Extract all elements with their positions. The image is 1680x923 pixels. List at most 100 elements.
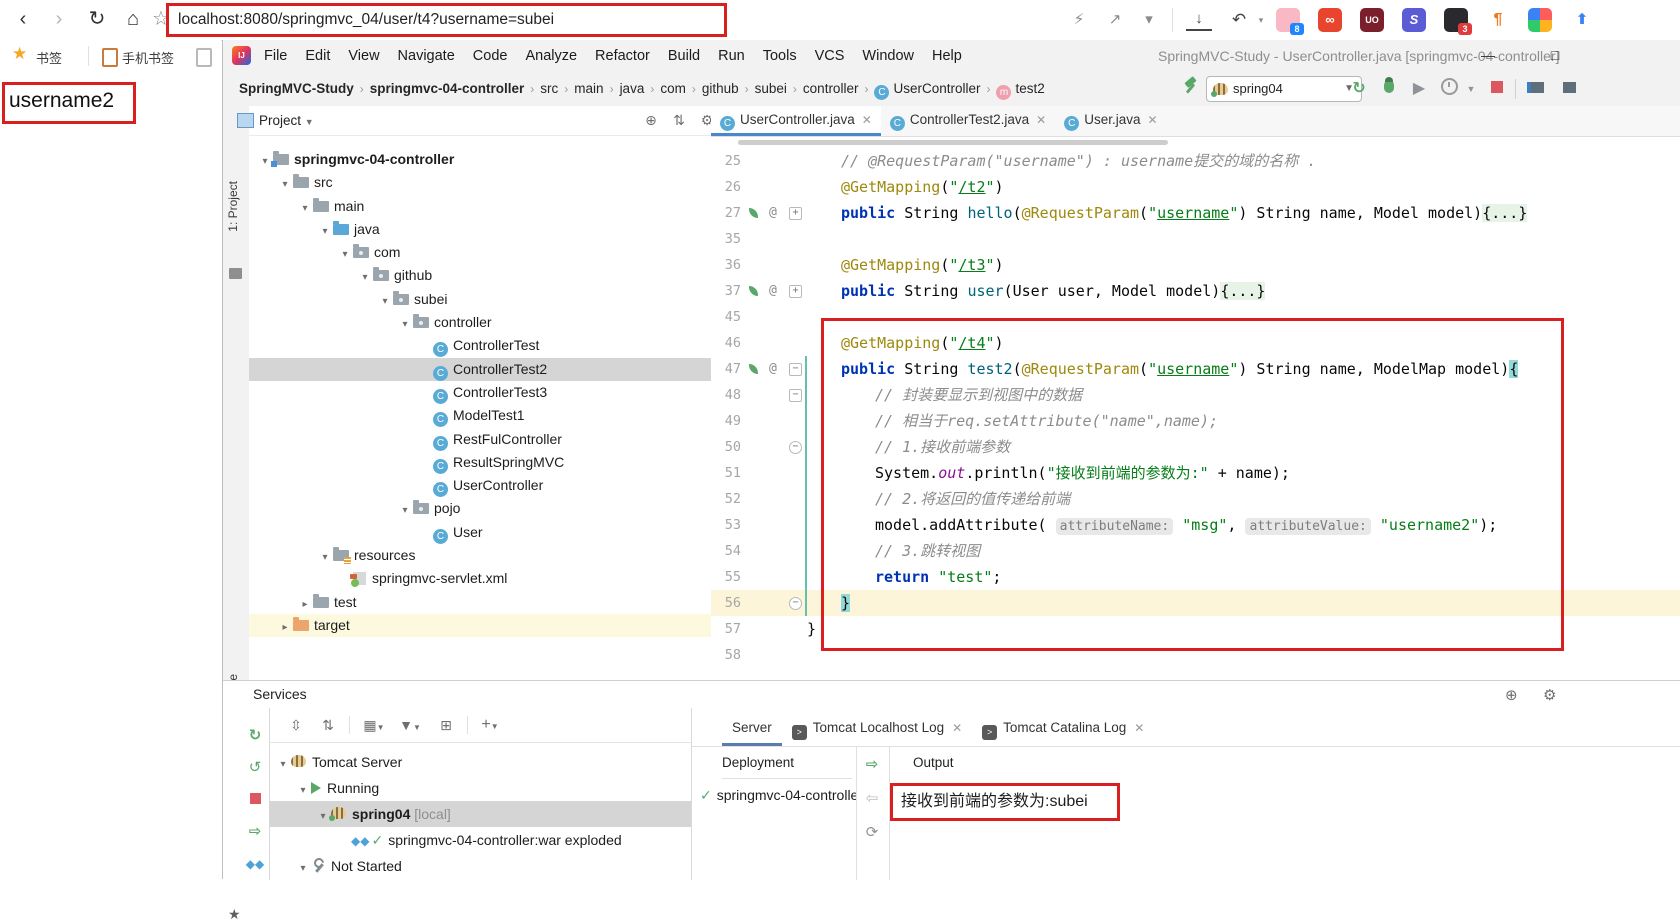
code-editor[interactable]: 25// @RequestParam("username") : usernam… (711, 148, 1680, 668)
forward-icon[interactable]: › (44, 4, 74, 34)
chevron-down-icon[interactable]: ▾ (377, 290, 393, 313)
undeploy-arrow-icon[interactable]: ⇦ (862, 789, 882, 809)
close-icon[interactable]: ✕ (1036, 113, 1046, 127)
dark-extension-icon[interactable]: 3 (1444, 8, 1468, 32)
deploy-arrow-icon[interactable]: ⇨ (862, 755, 882, 775)
code-line[interactable]: 54// 3.跳转视图 (711, 538, 1680, 564)
rerun-icon[interactable]: ↻ (1347, 78, 1371, 100)
profiler-caret-icon[interactable]: ▼ (1459, 78, 1483, 100)
code-line[interactable]: 57} (711, 616, 1680, 642)
editor-scrollbar[interactable] (738, 140, 1168, 145)
chevron-down-icon[interactable]: ▾ (317, 546, 333, 569)
close-icon[interactable]: ✕ (952, 721, 962, 735)
code-line[interactable]: 26@GetMapping("/t2") (711, 174, 1680, 200)
menu-refactor[interactable]: Refactor (586, 40, 659, 72)
folder-placeholder-icon[interactable] (196, 48, 212, 67)
breadcrumb-item[interactable]: controller (803, 81, 859, 96)
chevron-right-icon[interactable]: ▸ (277, 616, 293, 639)
chevron-down-icon[interactable]: ▾ (1136, 7, 1162, 33)
fold-marker-icon[interactable]: − (789, 363, 802, 376)
tree-item[interactable]: CUserController (249, 474, 711, 497)
code-line[interactable]: 37@+public String user(User user, Model … (711, 278, 1680, 304)
menu-navigate[interactable]: Navigate (389, 40, 464, 72)
close-icon[interactable]: ✕ (1134, 721, 1144, 735)
fold-marker-icon[interactable]: − (789, 441, 802, 454)
chevron-down-icon[interactable]: ▾ (397, 499, 413, 522)
code-line[interactable]: 50−// 1.接收前端参数 (711, 434, 1680, 460)
breadcrumb-item[interactable]: subei (755, 81, 787, 96)
code-line[interactable]: 56−} (711, 590, 1680, 616)
tree-item[interactable]: ▾main (249, 195, 711, 218)
menu-tools[interactable]: Tools (754, 40, 806, 72)
collapse-all-icon[interactable]: ⇅ (315, 714, 341, 736)
add-frame-icon[interactable]: ⊞ (433, 714, 459, 736)
stop-icon[interactable] (1485, 78, 1509, 100)
tree-item[interactable]: ▾com (249, 241, 711, 264)
server-tab[interactable]: >Tomcat Catalina Log✕ (972, 713, 1154, 743)
tree-item[interactable]: CControllerTest3 (249, 381, 711, 404)
breadcrumb-item[interactable]: main (574, 81, 603, 96)
tree-item[interactable]: CControllerTest2 (249, 358, 711, 381)
chevron-down-icon[interactable]: ▾ (397, 313, 413, 336)
code-line[interactable]: 58 (711, 642, 1680, 668)
tree-item[interactable]: CResultSpringMVC (249, 451, 711, 474)
download-icon[interactable]: ↓ (1186, 9, 1212, 31)
lightning-icon[interactable]: ⚡ (1066, 7, 1092, 33)
collapse-all-icon[interactable]: ⇅ (667, 106, 691, 135)
tree-item[interactable]: ▾subei (249, 288, 711, 311)
locate-file-icon[interactable]: ⊕ (639, 106, 663, 135)
rerun-server-icon[interactable]: ↻ (245, 726, 265, 746)
reload-icon[interactable]: ↻ (82, 4, 112, 34)
profiler-clock-icon[interactable] (1437, 78, 1461, 100)
code-line[interactable]: 49// 相当于req.setAttribute("name",name); (711, 408, 1680, 434)
code-line[interactable]: 25// @RequestParam("username") : usernam… (711, 148, 1680, 174)
fold-marker-icon[interactable]: − (789, 597, 802, 610)
code-line[interactable]: 55return "test"; (711, 564, 1680, 590)
home-icon[interactable]: ⌂ (118, 4, 148, 34)
group-by-icon[interactable]: ▦▼ (361, 714, 387, 736)
chevron-right-icon[interactable]: ▸ (297, 593, 313, 616)
code-line[interactable]: 51System.out.println("接收到前端的参数为:" + name… (711, 460, 1680, 486)
code-line[interactable]: 52// 2.将返回的值传递给前端 (711, 486, 1680, 512)
debug-bug-icon[interactable] (1377, 78, 1401, 100)
tree-item[interactable]: springmvc-servlet.xml (249, 567, 711, 590)
menu-edit[interactable]: Edit (296, 40, 339, 72)
infinity-extension-icon[interactable]: ∞ (1318, 8, 1342, 32)
tree-item[interactable]: ▸test (249, 591, 711, 614)
deployment-item[interactable]: ✓springmvc-04-controller:war exploded (700, 787, 856, 804)
menu-file[interactable]: File (255, 40, 296, 72)
swirl-extension-icon[interactable]: S (1402, 8, 1426, 32)
artifacts-icon[interactable]: ◆◆ (245, 854, 265, 874)
tree-item[interactable]: ▾pojo (249, 497, 711, 520)
build-hammer-icon[interactable] (1178, 78, 1202, 100)
stripe-project-button[interactable]: 1: Project (226, 181, 240, 232)
chevron-down-icon[interactable]: ▾ (297, 197, 313, 220)
code-line[interactable]: 27@+public String hello(@RequestParam("u… (711, 200, 1680, 226)
coverage-icon[interactable]: ▶ (1407, 78, 1431, 100)
server-tab[interactable]: Server (722, 713, 782, 746)
gear-icon[interactable]: ⚙ (1543, 686, 1556, 704)
bookmark-item[interactable]: 书签 (36, 48, 62, 67)
editor-tab[interactable]: CControllerTest2.java✕ (881, 106, 1055, 133)
chevron-down-icon[interactable]: ▾ (357, 266, 373, 289)
tree-item[interactable]: CRestFulController (249, 428, 711, 451)
code-line[interactable]: 46@GetMapping("/t4") (711, 330, 1680, 356)
tree-item[interactable]: ▾controller (249, 311, 711, 334)
arrow-up-extension-icon[interactable]: ⬆ (1570, 8, 1594, 32)
undo-caret-icon[interactable]: ▾ (1248, 7, 1274, 33)
close-icon[interactable]: ✕ (862, 113, 872, 127)
filter-icon[interactable]: ▼▼ (397, 714, 423, 736)
locate-icon[interactable]: ⊕ (1505, 686, 1518, 704)
code-line[interactable]: 53model.addAttribute( attributeName: "ms… (711, 512, 1680, 538)
spring-bean-leaf-icon[interactable] (749, 364, 758, 374)
back-icon[interactable]: ‹ (8, 4, 38, 34)
fold-marker-icon[interactable]: + (789, 285, 802, 298)
tree-item[interactable]: ▸target (249, 614, 711, 637)
breadcrumb-item[interactable]: src (540, 81, 558, 96)
address-bar[interactable]: localhost:8080/springmvc_04/user/t4?user… (166, 3, 727, 37)
grid-extension-icon[interactable] (1528, 8, 1552, 32)
code-line[interactable]: 36@GetMapping("/t3") (711, 252, 1680, 278)
fold-marker-icon[interactable]: + (789, 207, 802, 220)
breadcrumb-item[interactable]: CUserController (874, 81, 980, 96)
maximize-button[interactable]: □ (1535, 40, 1575, 70)
